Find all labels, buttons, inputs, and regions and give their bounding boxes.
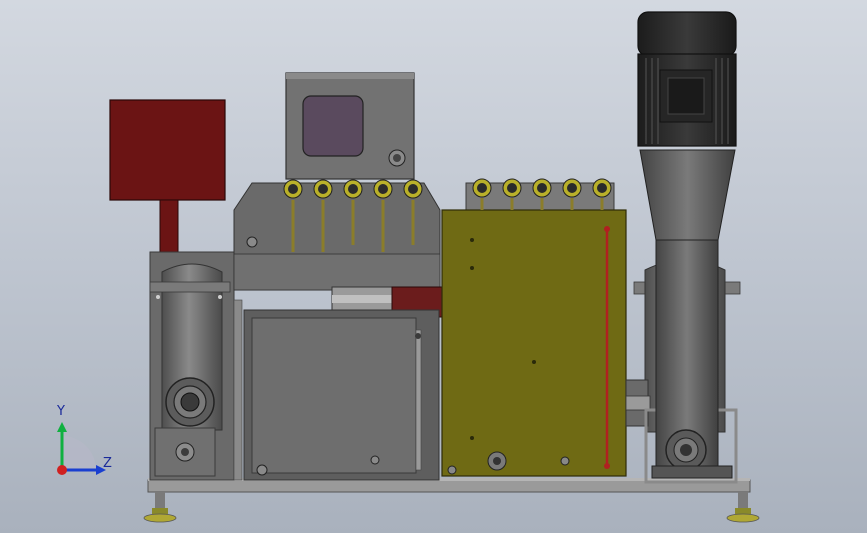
coordinate-triad: Y Z bbox=[48, 404, 118, 483]
leveling-foot-right bbox=[726, 508, 760, 523]
olive-cabinet bbox=[441, 182, 627, 477]
leveling-foot-left bbox=[143, 508, 177, 523]
z-axis-label: Z bbox=[103, 456, 112, 471]
y-axis-label: Y bbox=[57, 404, 65, 419]
control-panel-housing bbox=[285, 72, 415, 180]
middle-lower-cabinet bbox=[233, 299, 440, 481]
cad-viewport[interactable]: Y Z bbox=[0, 0, 867, 533]
machine-assembly-drawing[interactable] bbox=[0, 0, 867, 533]
pump-motor bbox=[637, 11, 737, 147]
middle-upper-cabinet bbox=[233, 182, 443, 318]
maroon-junction-box bbox=[109, 99, 226, 253]
axis-triad-graphic bbox=[57, 422, 106, 475]
left-filter-tank bbox=[149, 251, 235, 481]
